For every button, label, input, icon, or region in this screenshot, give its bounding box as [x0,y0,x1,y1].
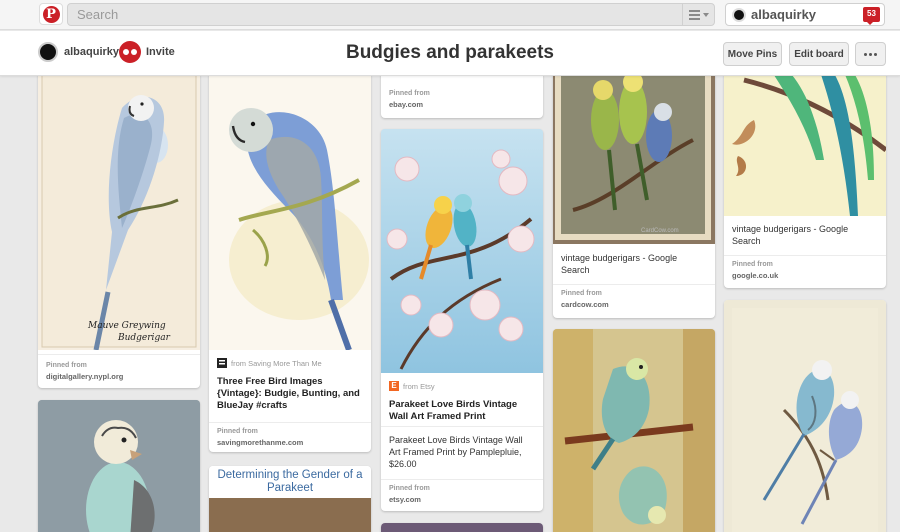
invite-link[interactable]: Invite [146,46,175,58]
pin-image-vintage-budgie[interactable] [209,60,371,350]
pin-card-mauve-greywing[interactable]: Mauve Greywing Budgerigar Pinned from di… [38,60,200,388]
more-options-button[interactable] [855,42,886,66]
pin-image-partial[interactable] [381,523,543,532]
pin-source-row[interactable]: E from Etsy [389,381,535,391]
pin-card-budgie-photo[interactable] [38,400,200,532]
pinned-from-label: Pinned from [561,290,602,297]
pin-source-domain[interactable]: google.co.uk [732,271,878,280]
pin-source-domain[interactable]: etsy.com [389,495,535,504]
pin-image-love-birds-print[interactable] [381,129,543,373]
pin-card-blue-budgerigars[interactable] [724,300,886,532]
pin-card-partial[interactable] [381,523,543,532]
pin-image-blue-budgerigars[interactable] [724,300,886,532]
card-caption-line-1: Mauve Greywing [87,321,166,331]
search-box[interactable] [67,3,715,26]
saving-more-than-me-icon [217,358,227,368]
etsy-icon: E [389,381,399,391]
search-input[interactable] [68,4,668,25]
board-owner-name[interactable]: albaquirky [64,46,119,58]
board-header: albaquirky Invite Budgies and parakeets … [0,31,900,76]
pin-image-budgerigars-postcard[interactable]: CardCow.com [553,60,715,244]
top-nav-bar: P albaquirky 53 [0,0,900,30]
move-pins-button[interactable]: Move Pins [723,42,782,66]
pinned-from-label: Pinned from [389,90,430,97]
pin-image-budgerigar-card[interactable]: Mauve Greywing Budgerigar [38,60,200,350]
pin-heading[interactable]: Determining the Gender of a Parakeet [209,466,371,498]
pin-image-parakeet-gender[interactable] [209,498,371,532]
pinned-from-label: Pinned from [732,261,773,268]
pin-description: vintage budgerigars - Google Search [561,253,678,275]
pin-source-row[interactable]: from Saving More Than Me [217,358,363,368]
pin-card-budgie-on-perch[interactable] [553,329,715,532]
pinterest-logo-icon[interactable]: P [39,3,63,25]
pin-image-budgie-painting[interactable] [553,329,715,532]
pin-source-domain[interactable]: ebay.com [389,100,535,109]
pinned-from-label: Pinned from [217,428,258,435]
card-caption-line-2: Budgerigar [117,333,171,343]
pin-image-two-budgerigars[interactable] [724,60,886,216]
board-owner-avatar[interactable] [38,42,58,62]
pin-description: Parakeet Love Birds Vintage Wall Art Fra… [389,435,523,469]
pin-image-budgie-figurine[interactable] [38,400,200,532]
pin-source-prefix: from Saving More Than Me [231,358,322,368]
pin-title[interactable]: Three Free Bird Images {Vintage}: Budgie… [217,376,363,412]
user-name: albaquirky [751,7,817,22]
user-menu-button[interactable]: albaquirky 53 [725,3,885,26]
pin-card-vintage-budgerigars-google[interactable]: vintage budgerigars - Google Search Pinn… [724,60,886,288]
pin-source-domain[interactable]: savingmorethanme.com [217,438,363,447]
pinned-from-label: Pinned from [46,362,87,369]
invite-people-icon[interactable] [119,41,141,63]
notifications-badge[interactable]: 53 [863,7,880,25]
edit-board-button[interactable]: Edit board [789,42,849,66]
pin-source-domain[interactable]: cardcow.com [561,300,707,309]
categories-menu-button[interactable] [682,4,714,25]
pin-card-three-free-bird-images[interactable]: from Saving More Than Me Three Free Bird… [209,60,371,452]
pin-source-domain[interactable]: digitalgallery.nypl.org [46,372,192,381]
caret-down-icon [702,12,709,17]
pin-title[interactable]: Parakeet Love Birds Vintage Wall Art Fra… [389,399,535,423]
hamburger-menu-icon [688,9,700,20]
pin-card-vintage-budgerigars-cardcow[interactable]: CardCow.com vintage budgerigars - Google… [553,60,715,318]
pin-source-prefix: from Etsy [403,381,435,391]
cardcow-watermark: CardCow.com [641,228,679,234]
pinned-from-label: Pinned from [389,485,430,492]
pin-card-determining-gender[interactable]: Determining the Gender of a Parakeet [209,466,371,532]
pin-description: vintage budgerigars - Google Search [732,224,849,246]
pin-card-parakeet-love-birds[interactable]: E from Etsy Parakeet Love Birds Vintage … [381,129,543,511]
user-avatar [732,8,746,22]
